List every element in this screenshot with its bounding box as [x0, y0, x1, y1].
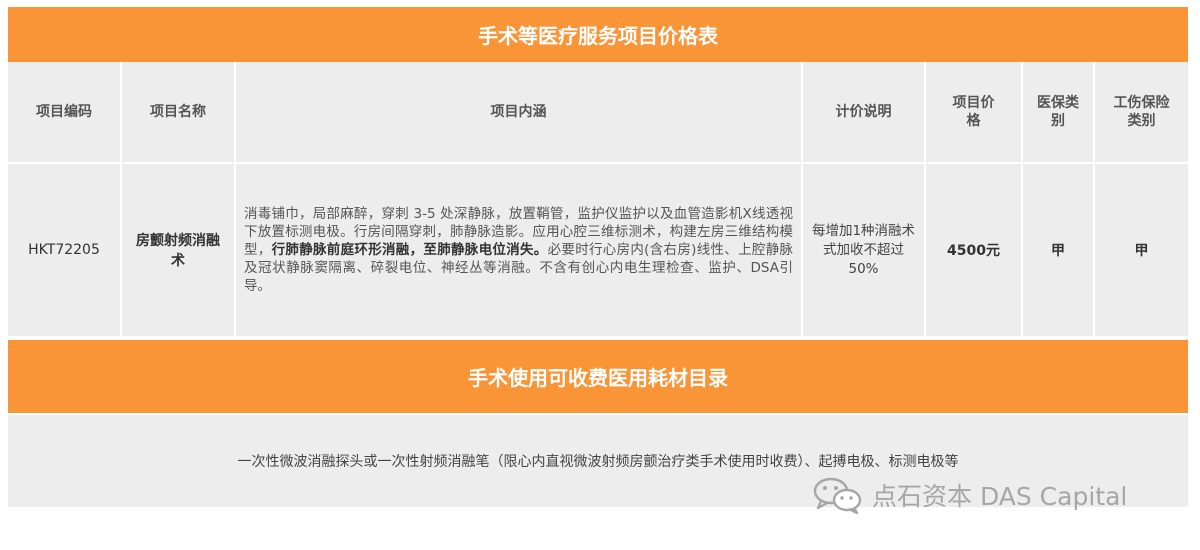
header-billing: 计价说明	[803, 62, 926, 164]
cell-billing: 每增加1种消融术式加收不超过50%	[803, 164, 926, 338]
watermark: 点石资本 DAS Capital	[812, 475, 1127, 515]
content-text-bold: 行肺静脉前庭环形消融，至肺静脉电位消失。	[271, 242, 548, 258]
header-name: 项目名称	[122, 62, 236, 164]
cell-price: 4500元	[926, 164, 1023, 338]
consumables-title: 手术使用可收费医用耗材目录	[468, 366, 728, 390]
pricing-title: 手术等医疗服务项目价格表	[478, 24, 718, 48]
header-content: 项目内涵	[236, 62, 803, 164]
pricing-title-banner: 手术等医疗服务项目价格表	[8, 7, 1188, 62]
cell-code: HKT72205	[8, 164, 122, 338]
header-code: 项目编码	[8, 62, 122, 164]
cell-content: 消毒铺巾，局部麻醉，穿刺 3-5 处深静脉，放置鞘管，监护仪监护以及血管造影机X…	[236, 164, 803, 338]
pricing-table: 项目编码 项目名称 项目内涵 计价说明 项目价格 医保类别 工伤保险类别 HKT…	[8, 62, 1188, 338]
consumables-text: 一次性微波消融探头或一次性射频消融笔（限心内直视微波射频房颤治疗类手术使用时收费…	[237, 454, 959, 470]
wechat-icon	[813, 477, 862, 514]
header-price: 项目价格	[926, 62, 1023, 164]
watermark-text: 点石资本 DAS Capital	[872, 482, 1128, 511]
consumables-title-banner: 手术使用可收费医用耗材目录	[8, 340, 1188, 413]
header-injury: 工伤保险类别	[1095, 62, 1188, 164]
cell-insurance: 甲	[1023, 164, 1095, 338]
cell-injury: 甲	[1095, 164, 1188, 338]
table-row: HKT72205 房颤射频消融术 消毒铺巾，局部麻醉，穿刺 3-5 处深静脉，放…	[8, 164, 1188, 338]
table-header-row: 项目编码 项目名称 项目内涵 计价说明 项目价格 医保类别 工伤保险类别	[8, 62, 1188, 164]
price-sheet: 手术等医疗服务项目价格表 项目编码 项目名称 项目内涵 计价说明 项目价格 医保…	[8, 7, 1188, 507]
cell-name: 房颤射频消融术	[122, 164, 236, 338]
header-insurance: 医保类别	[1023, 62, 1095, 164]
